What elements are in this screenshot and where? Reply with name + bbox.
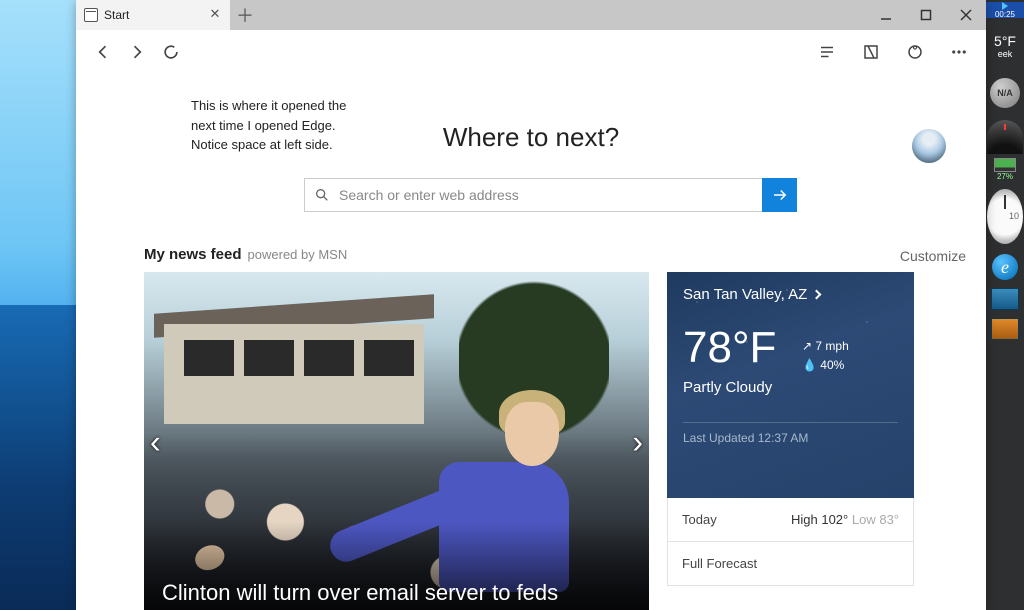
customize-link[interactable]: Customize (900, 248, 966, 264)
tab-strip: Start ✕ ＋ (76, 0, 986, 30)
browser-window: Start ✕ ＋ This is where it opened thenex… (76, 0, 986, 610)
page-icon (84, 8, 98, 22)
chevron-right-icon (812, 290, 822, 300)
reading-view-button[interactable] (812, 37, 842, 67)
weather-forecast-link[interactable]: Full Forecast (667, 542, 914, 586)
tab-title: Start (104, 8, 129, 22)
weather-details: ↗ 7 mph 💧 40% (802, 337, 849, 375)
weather-today-row[interactable]: Today High 102° Low 83° (667, 498, 914, 542)
close-tab-button[interactable]: ✕ (208, 7, 222, 21)
sidebar-na-gadget[interactable]: N/A (990, 78, 1020, 108)
news-next-button[interactable]: › (632, 424, 643, 461)
back-button[interactable] (88, 37, 118, 67)
news-headline: Clinton will turn over email server to f… (162, 580, 558, 606)
news-prev-button[interactable]: ‹ (150, 424, 161, 461)
refresh-button[interactable] (156, 37, 186, 67)
user-avatar[interactable] (912, 129, 946, 163)
news-headline-card[interactable]: ‹ › Clinton will turn over email server … (144, 272, 649, 610)
tab-start[interactable]: Start ✕ (76, 0, 230, 30)
sidebar-cpu-gadget[interactable]: 27% (987, 116, 1023, 181)
new-tab-button[interactable]: ＋ (230, 0, 260, 30)
web-note-button[interactable] (856, 37, 886, 67)
share-button[interactable] (900, 37, 930, 67)
sidebar-gadget[interactable] (991, 288, 1019, 310)
page-content: This is where it opened thenext time I o… (76, 74, 986, 610)
weather-updated: Last Updated 12:37 AM (683, 422, 898, 445)
forward-button[interactable] (122, 37, 152, 67)
window-minimize-button[interactable] (866, 0, 906, 30)
news-feed-header: My news feedpowered by MSN (144, 246, 347, 263)
weather-condition: Partly Cloudy (683, 379, 898, 396)
sidebar-weather-gadget[interactable]: 5°Feek (987, 22, 1023, 70)
window-maximize-button[interactable] (906, 0, 946, 30)
search-box[interactable] (304, 178, 763, 212)
page-heading: Where to next? (76, 122, 986, 153)
sidebar-player[interactable]: 00:25 (986, 2, 1024, 18)
desktop-sidebar: 00:25 5°Feek N/A 27% 10 e (986, 0, 1024, 610)
search-input[interactable] (339, 187, 762, 203)
search-go-button[interactable] (762, 178, 797, 212)
more-button[interactable] (944, 37, 974, 67)
weather-card[interactable]: San Tan Valley, AZ 78°F ↗ 7 mph 💧 40% Pa… (667, 272, 914, 586)
sidebar-gadget[interactable] (991, 318, 1019, 340)
window-close-button[interactable] (946, 0, 986, 30)
sidebar-ie-icon[interactable]: e (992, 254, 1018, 280)
search-icon (305, 187, 339, 203)
sidebar-clock-gadget[interactable]: 10 (987, 189, 1023, 244)
browser-toolbar (76, 30, 986, 74)
weather-location[interactable]: San Tan Valley, AZ (683, 286, 898, 303)
weather-temperature: 78°F (683, 323, 898, 373)
